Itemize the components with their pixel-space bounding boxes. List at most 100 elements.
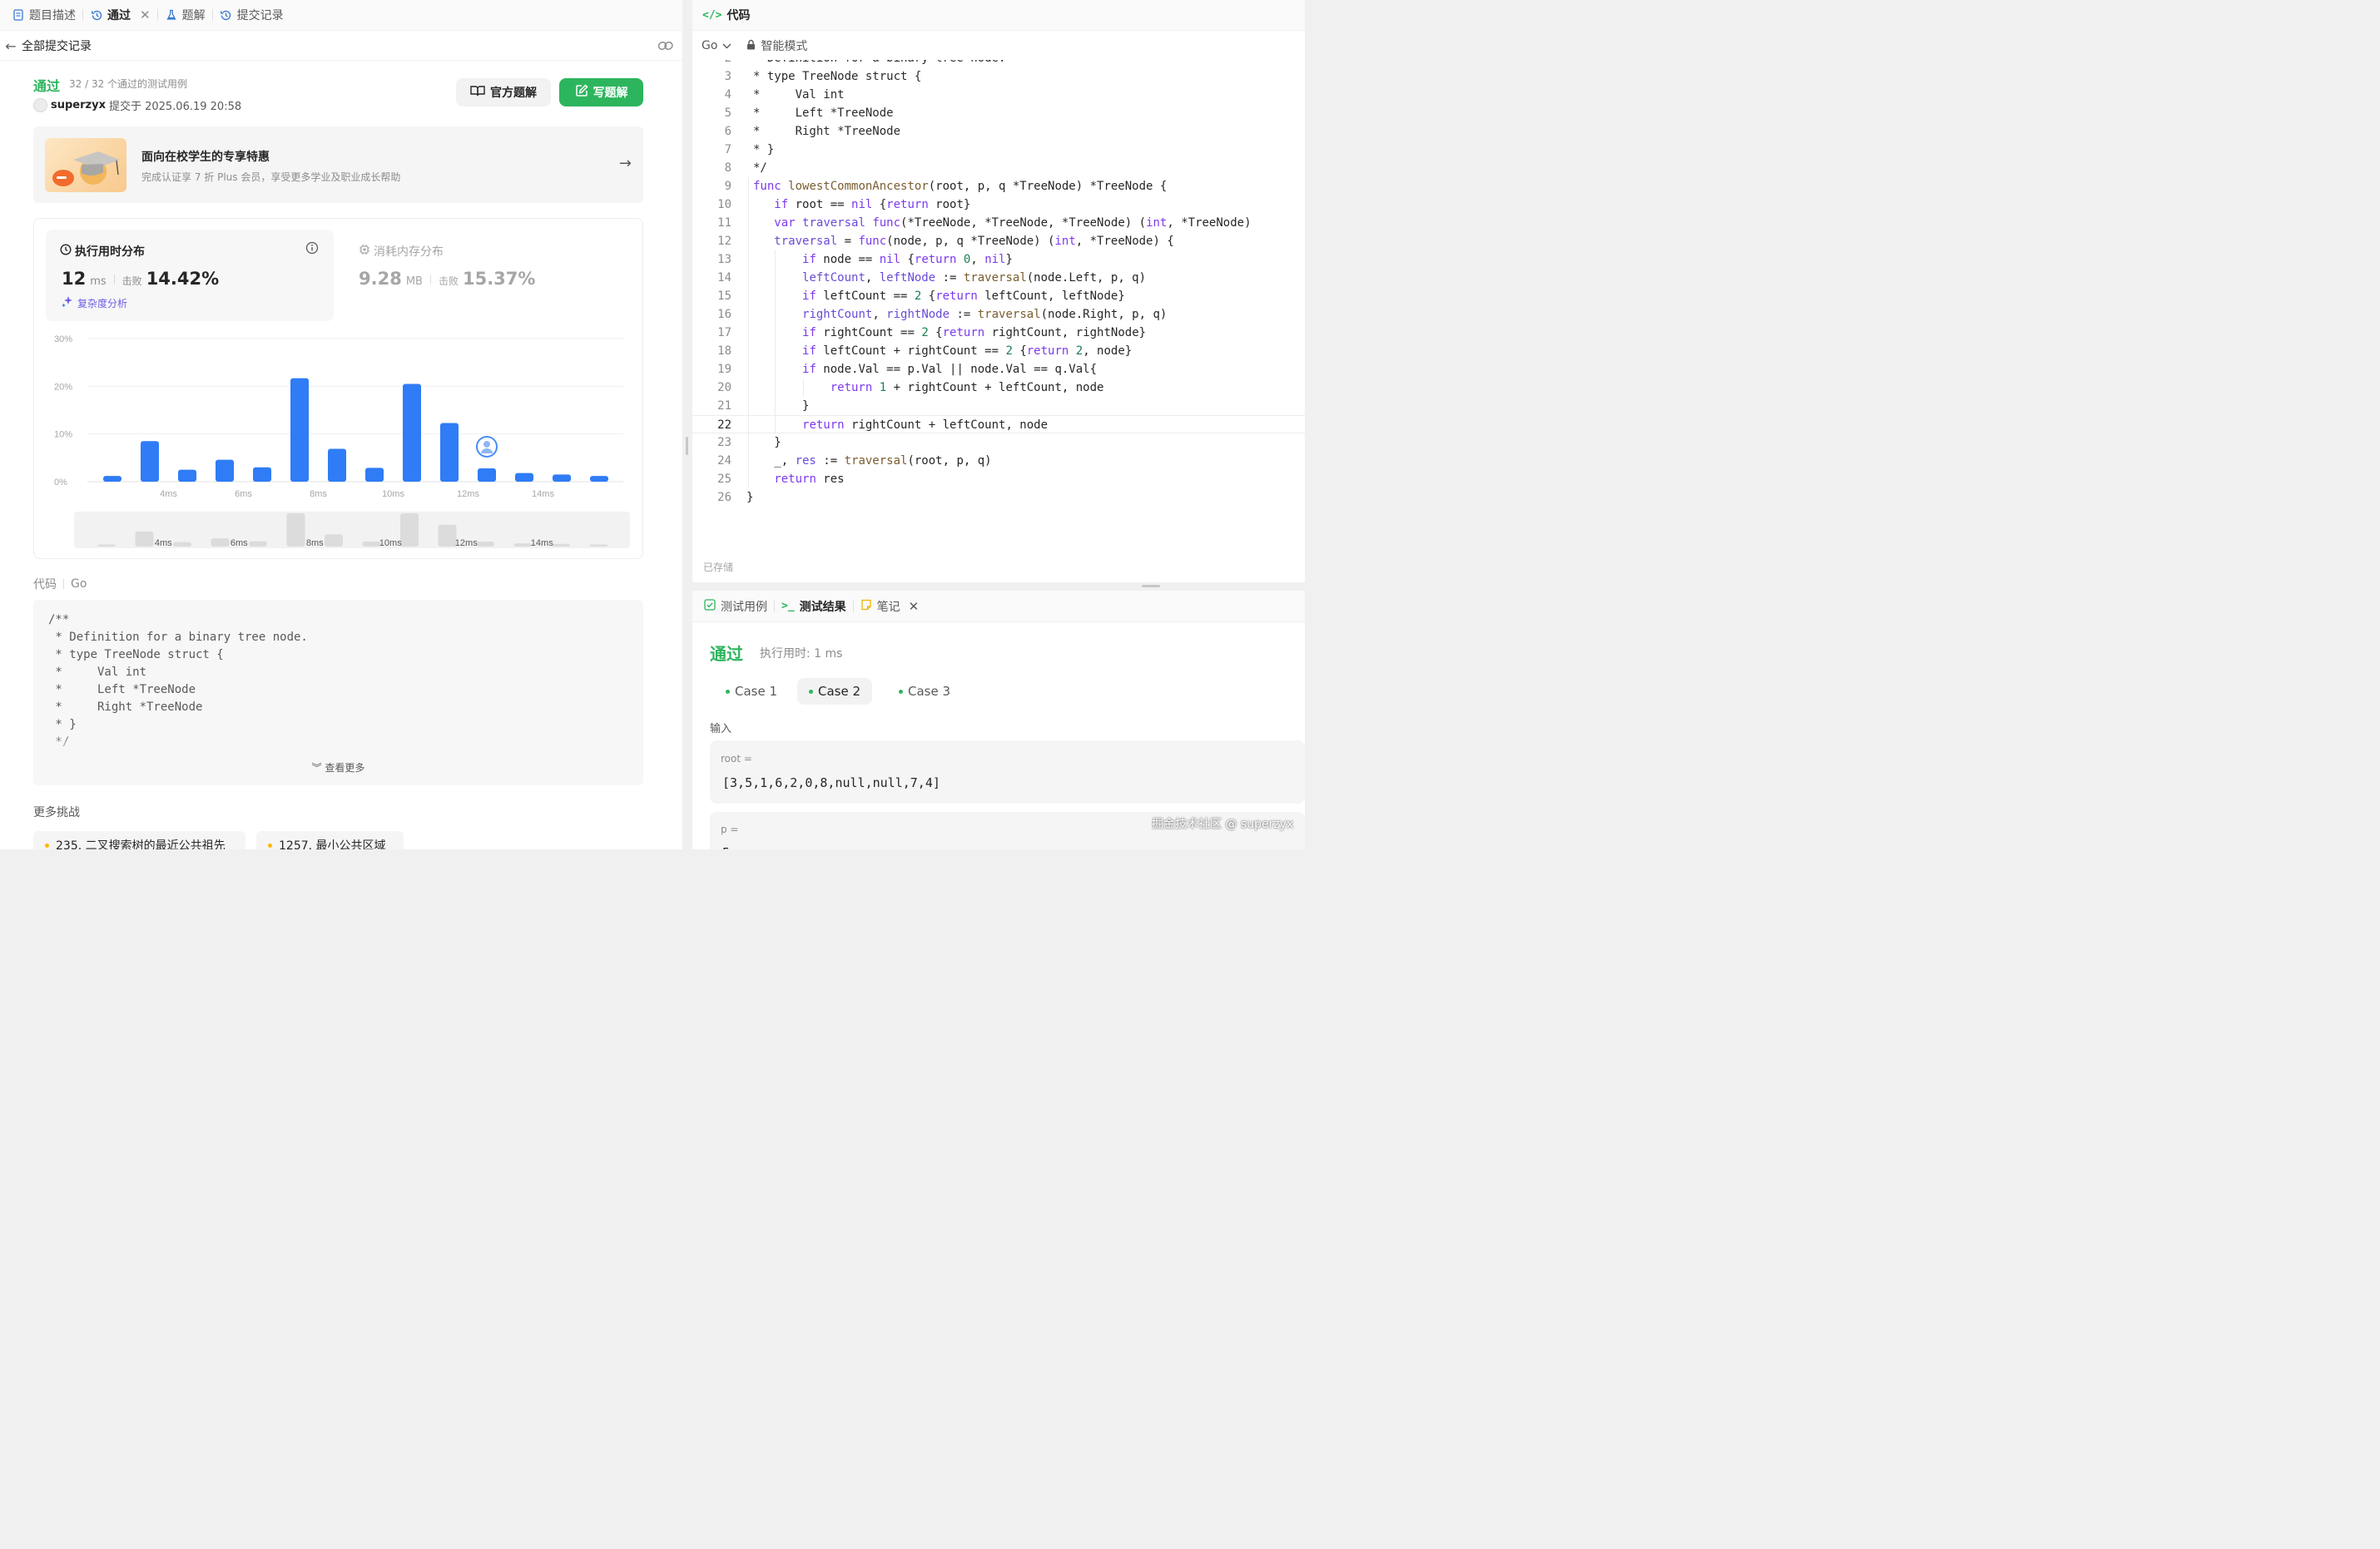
runtime-panel[interactable]: 执行用时分布 12 ms 击败 14.42% 复杂度分析 [46, 230, 334, 321]
pass-dot [899, 689, 903, 694]
submit-time: 提交于 2025.06.19 20:58 [108, 101, 242, 113]
history-icon [90, 8, 103, 22]
runtime-distribution-chart[interactable]: 30% 20% 10% 0% 4ms 6ms 8ms 10ms 12ms 14ms 4ms 6ms 8m… [34, 325, 642, 558]
chart-bar [440, 423, 459, 482]
tab-testcases[interactable]: 测试用例 [704, 598, 767, 615]
pass-dot [809, 689, 813, 694]
editor-line: 18 if leftCount + rightCount == 2 {retur… [717, 344, 1133, 358]
tab-notes[interactable]: 笔记 ✕ [860, 598, 920, 615]
editor-line: 19 if node.Val == p.Val || node.Val == q… [717, 363, 1098, 376]
chart-bar [590, 476, 608, 482]
link-icon[interactable] [657, 38, 674, 57]
close-icon[interactable]: ✕ [140, 7, 151, 22]
brush-bar [173, 542, 191, 547]
chart-bar [365, 468, 384, 482]
code-preview-text: /** * Definition for a binary tree node.… [48, 613, 308, 749]
submitter-info: superzyx 提交于 2025.06.19 20:58 [33, 97, 241, 113]
official-solution-button[interactable]: 官方题解 [456, 78, 551, 106]
line-content: * Definition for a binary tree node. [753, 60, 1005, 67]
code-language: Go [71, 577, 87, 591]
results-tab-bar: 测试用例 >_ 测试结果 笔记 ✕ [692, 591, 1305, 622]
student-promo-banner[interactable]: 面向在校学生的专享特惠 完成认证享 7 折 Plus 会员，享受更多学业及职业成… [33, 126, 643, 203]
case-tab-2[interactable]: Case 2 [797, 678, 873, 705]
language-label: Go [702, 39, 718, 52]
language-select[interactable]: Go [702, 39, 731, 52]
challenge-chip[interactable]: 1257. 最小公共区域 [256, 831, 404, 849]
vertical-resize-handle[interactable] [1142, 585, 1160, 587]
code-icon: </> [702, 8, 722, 22]
back-arrow-icon[interactable]: ← [3, 38, 18, 54]
panel-resize-handle[interactable] [686, 437, 688, 455]
y-tick-label: 30% [54, 334, 72, 344]
challenge-chip[interactable]: 235. 二叉搜索树的最近公共祖先 [33, 831, 245, 849]
info-icon[interactable] [305, 241, 319, 258]
chart-bar [178, 469, 196, 482]
view-more-label: 查看更多 [325, 762, 365, 774]
chip-icon [359, 244, 370, 259]
tab-testresult-label: 测试结果 [799, 600, 846, 614]
divider [63, 579, 64, 589]
x-tick-label: 12ms [457, 489, 479, 499]
x-tick-label: 8ms [310, 489, 327, 499]
result-runtime: 执行用时: 1 ms [760, 647, 843, 661]
avatar [33, 98, 47, 112]
memory-title-row: 消耗内存分布 [359, 243, 444, 260]
editor-line: 26} [717, 491, 754, 504]
brush-bar [589, 544, 608, 547]
editor-line: 3 * type TreeNode struct { [724, 70, 922, 83]
tab-description[interactable]: 题目描述 [5, 0, 82, 31]
all-submissions-link[interactable]: 全部提交记录 [22, 37, 92, 54]
code-section-header: 代码 Go [33, 576, 87, 592]
brush-tick-label: 4ms [155, 538, 172, 548]
indent-guide [803, 379, 804, 397]
smart-mode-toggle[interactable]: 智能模式 [746, 37, 807, 54]
memory-panel[interactable]: 消耗内存分布 9.28 MB 击败 15.37% [347, 230, 622, 321]
case-tab-1[interactable]: Case 1 [714, 678, 789, 705]
editor-line-current: 22 return rightCount + leftCount, node [692, 415, 1305, 433]
editor-line: 23 } [717, 436, 781, 449]
difficulty-dot [268, 843, 272, 848]
x-tick-label: 14ms [532, 489, 554, 499]
input-label: 输入 [710, 723, 732, 735]
editor-line: 13 if node == nil {return 0, nil} [717, 253, 1013, 266]
tab-submissions[interactable]: 提交记录 [213, 0, 290, 31]
memory-beat: 15.37% [462, 269, 536, 289]
editor-line: 24 _, res := traversal(root, p, q) [717, 454, 992, 468]
complexity-label: 复杂度分析 [77, 298, 128, 309]
chart-bar [290, 378, 309, 482]
x-tick-label: 6ms [235, 489, 252, 499]
close-icon[interactable]: ✕ [909, 599, 920, 614]
editor-line: 4 * Val int [724, 88, 845, 101]
chart-bar [403, 384, 421, 482]
divider [113, 275, 115, 285]
tab-notes-label: 笔记 [876, 600, 900, 614]
tab-testresult[interactable]: >_ 测试结果 [781, 598, 846, 615]
complexity-analysis-link[interactable]: 复杂度分析 [61, 295, 127, 311]
brush-bar [249, 541, 267, 547]
case-tab-3[interactable]: Case 3 [887, 678, 962, 705]
tab-solutions[interactable]: 题解 [158, 0, 212, 31]
brush-bar [135, 531, 154, 547]
view-more-button[interactable]: ︾ 查看更多 [33, 760, 643, 774]
arrow-right-icon[interactable]: → [619, 155, 632, 172]
editor-line: 25 return res [717, 473, 845, 486]
editor-line: 16 rightCount, rightNode := traversal(no… [717, 308, 1168, 321]
tab-accepted[interactable]: 通过 ✕ [83, 0, 157, 31]
username[interactable]: superzyx [51, 99, 106, 111]
tab-accepted-label: 通过 [107, 9, 131, 22]
graduation-cap-image [45, 138, 126, 192]
write-solution-button[interactable]: 写题解 [559, 78, 643, 106]
chart-bar [216, 459, 234, 482]
pass-dot [726, 689, 730, 694]
document-icon [12, 8, 25, 22]
watermark: 掘金技术社区 @ superzyx [1152, 818, 1294, 831]
chart-bar [328, 448, 346, 482]
smart-mode-label: 智能模式 [761, 40, 808, 53]
editor-title: 代码 [726, 9, 751, 22]
editor-line: 10 if root == nil {return root} [717, 198, 971, 211]
editor-line: 5 * Left *TreeNode [724, 106, 894, 120]
runtime-unit: ms [90, 275, 107, 288]
brush-bar [400, 513, 419, 547]
code-area[interactable]: 2 * Definition for a binary tree node. 3*… [692, 60, 1305, 551]
history-icon [220, 8, 233, 22]
